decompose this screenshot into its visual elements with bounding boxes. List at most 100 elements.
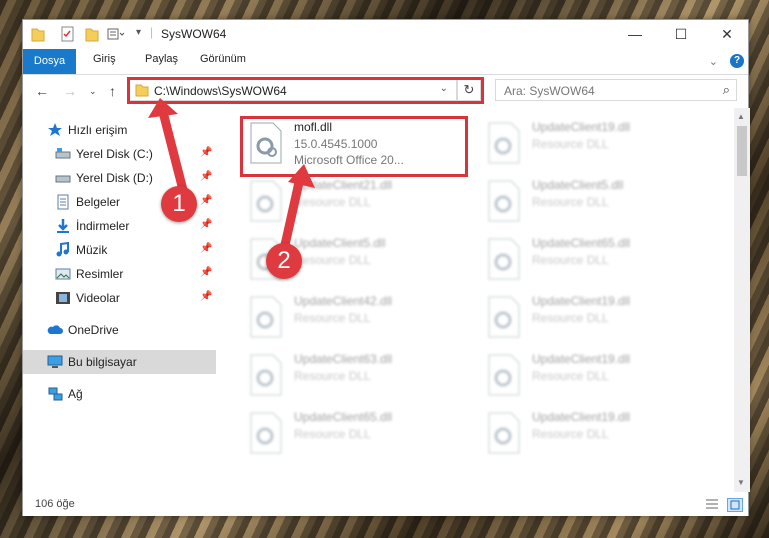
file-name: UpdateClient19.dll (532, 120, 631, 134)
file-type: Resource DLL (294, 311, 371, 325)
tab-view[interactable]: Görünüm (200, 53, 246, 65)
sidebar-item-network[interactable]: Ağ (23, 382, 216, 406)
pin-icon: 📌 (200, 267, 213, 278)
file-item[interactable]: UpdateClient19.dll Resource DLL (477, 292, 707, 348)
expand-ribbon-icon[interactable]: ⌄ (709, 55, 718, 68)
up-button[interactable]: ↑ (109, 83, 116, 99)
sidebar-item-music[interactable]: Müzik 📌 (23, 238, 216, 262)
help-icon[interactable]: ? (730, 54, 744, 68)
address-highlight-box (127, 77, 484, 104)
file-type: Resource DLL (532, 369, 609, 383)
scroll-up-icon[interactable]: ▲ (737, 112, 745, 121)
file-type: Resource DLL (532, 137, 609, 151)
sidebar-item-pictures[interactable]: Resimler 📌 (23, 262, 216, 286)
file-highlight-box (240, 116, 468, 177)
tab-home[interactable]: Giriş (93, 53, 116, 65)
sidebar-item-this-pc[interactable]: Bu bilgisayar (23, 350, 216, 374)
sidebar-item-label: Yerel Disk (C:) (76, 147, 153, 161)
dll-file-icon (488, 296, 520, 338)
tab-share[interactable]: Paylaş (145, 53, 178, 65)
file-name: UpdateClient19.dll (532, 410, 631, 424)
file-item[interactable]: UpdateClient65.dll Resource DLL (477, 234, 707, 290)
dll-file-icon (250, 296, 282, 338)
file-name: UpdateClient65.dll (294, 410, 393, 424)
file-name: UpdateClient42.dll (294, 294, 393, 308)
dll-file-icon (488, 238, 520, 280)
properties-icon[interactable] (61, 26, 75, 42)
pin-icon: 📌 (200, 195, 213, 206)
recent-locations-icon[interactable]: ⌄ (89, 86, 97, 97)
computer-icon (47, 355, 63, 368)
sidebar-item-label: Bu bilgisayar (68, 355, 137, 369)
documents-icon (57, 194, 69, 210)
dll-file-icon (250, 412, 282, 454)
file-item[interactable]: UpdateClient19.dll Resource DLL (477, 408, 707, 464)
sidebar-item-local-disk-c[interactable]: Yerel Disk (C:) 📌 (23, 142, 216, 166)
dll-file-icon (250, 180, 282, 222)
file-explorer-window: ▾ | SysWOW64 — ☐ ✕ Dosya Giriş Paylaş Gö… (22, 19, 750, 516)
close-button[interactable]: ✕ (704, 20, 750, 49)
drive-icon (55, 175, 71, 183)
dll-file-icon (488, 180, 520, 222)
file-type: Resource DLL (294, 253, 371, 267)
file-item[interactable]: UpdateClient19.dll Resource DLL (477, 118, 707, 174)
step-marker-2: 2 (266, 243, 302, 279)
pin-icon: 📌 (200, 243, 213, 254)
dll-file-icon (488, 354, 520, 396)
pin-icon: 📌 (200, 219, 213, 230)
drive-icon (55, 148, 71, 159)
tab-file[interactable]: Dosya (23, 49, 76, 74)
file-type: Resource DLL (294, 427, 371, 441)
forward-button[interactable]: → (63, 83, 77, 99)
pin-icon: 📌 (200, 171, 213, 182)
file-type: Resource DLL (294, 195, 371, 209)
sidebar-item-label: OneDrive (68, 323, 119, 337)
minimize-button[interactable]: — (612, 20, 658, 49)
file-item[interactable]: UpdateClient5.dll Resource DLL (477, 176, 707, 232)
search-icon[interactable]: ⌕ (723, 82, 730, 98)
file-item[interactable]: UpdateClient63.dll Resource DLL (239, 350, 469, 406)
file-name: UpdateClient63.dll (294, 352, 393, 366)
videos-icon (56, 292, 70, 304)
sidebar-item-label: Hızlı erişim (68, 123, 128, 137)
details-view-icon[interactable] (705, 498, 719, 510)
back-button[interactable]: ← (35, 83, 49, 99)
vertical-scrollbar[interactable]: ▲ ▼ (734, 108, 750, 492)
sidebar-item-onedrive[interactable]: OneDrive (23, 318, 216, 342)
sidebar-item-label: Belgeler (76, 195, 121, 209)
file-item[interactable]: UpdateClient21.dll Resource DLL (239, 176, 469, 232)
large-icons-view-icon[interactable] (727, 498, 743, 512)
file-type: Resource DLL (294, 369, 371, 383)
search-box[interactable]: Ara: SysWOW64 ⌕ (495, 79, 737, 101)
sidebar-item-quick-access[interactable]: Hızlı erişim (23, 118, 216, 142)
file-type: Resource DLL (532, 253, 609, 267)
file-item[interactable]: UpdateClient19.dll Resource DLL (477, 350, 707, 406)
scroll-thumb[interactable] (737, 126, 747, 176)
cloud-icon (47, 325, 63, 334)
dropdown-arrow-icon[interactable]: ▾ (136, 27, 141, 38)
file-item[interactable]: UpdateClient42.dll Resource DLL (239, 292, 469, 348)
new-folder-icon[interactable] (85, 26, 99, 42)
scroll-down-icon[interactable]: ▼ (737, 478, 745, 487)
sidebar-item-videos[interactable]: Videolar 📌 (23, 286, 216, 310)
music-icon (56, 242, 69, 257)
file-type: Resource DLL (532, 195, 609, 209)
navigation-pane: Hızlı erişim Yerel Disk (C:) 📌 Yerel Dis… (23, 108, 216, 492)
sidebar-item-label: Müzik (76, 243, 108, 257)
sidebar-item-label: Videolar (76, 291, 120, 305)
folder-icon (31, 28, 45, 42)
sidebar-item-label: İndirmeler (76, 219, 130, 233)
item-count: 106 öğe (35, 498, 75, 510)
file-name: UpdateClient21.dll (294, 178, 393, 192)
file-type: Resource DLL (532, 311, 609, 325)
pictures-icon (55, 268, 71, 280)
search-placeholder: Ara: SysWOW64 (504, 84, 595, 98)
maximize-button[interactable]: ☐ (658, 20, 704, 49)
file-name: UpdateClient19.dll (532, 294, 631, 308)
sidebar-item-label: Ağ (68, 387, 83, 401)
file-item[interactable]: UpdateClient65.dll Resource DLL (239, 408, 469, 464)
downloads-icon (57, 219, 69, 233)
sidebar-item-local-disk-d[interactable]: Yerel Disk (D:) 📌 (23, 166, 216, 190)
customize-toolbar-icon[interactable] (107, 26, 125, 42)
step-marker-1: 1 (161, 186, 197, 222)
